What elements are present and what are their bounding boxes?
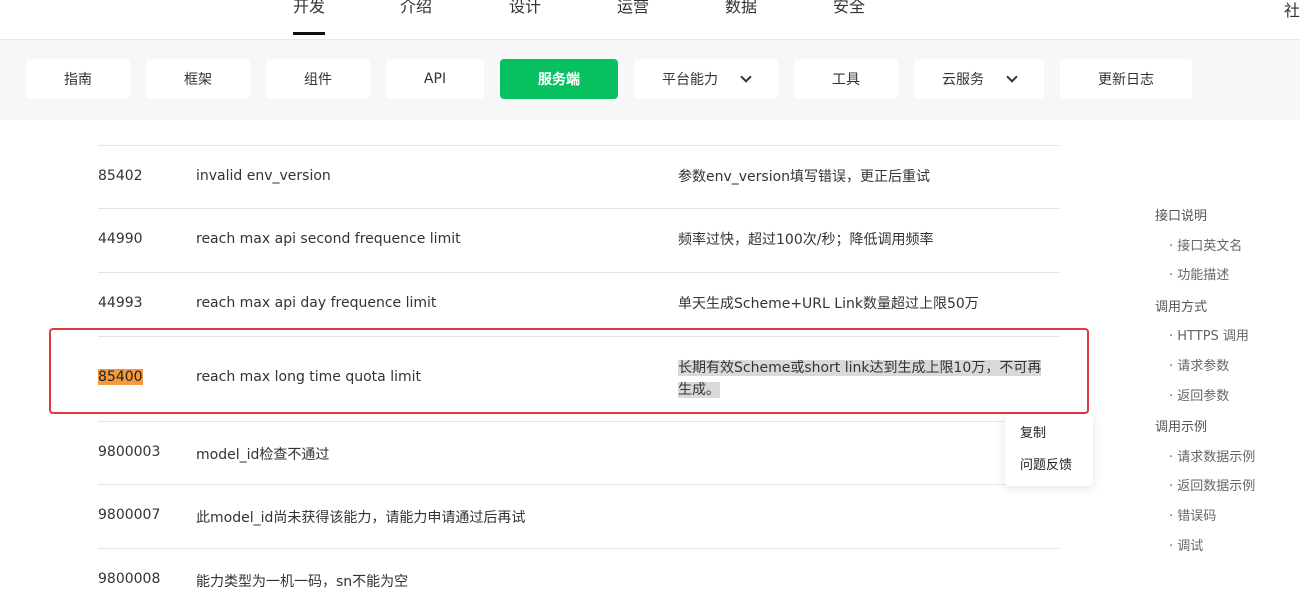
subnav-server[interactable]: 服务端 — [500, 59, 618, 99]
error-code: 44990 — [98, 231, 143, 247]
error-message: model_id检查不通过 — [196, 447, 330, 463]
subnav-tools-label: 工具 — [832, 72, 860, 88]
context-menu-copy[interactable]: 复制 — [1020, 422, 1046, 441]
subnav-changelog[interactable]: 更新日志 — [1060, 59, 1192, 99]
error-description: 频率过快，超过100次/秒；降低调用频率 — [678, 232, 934, 248]
context-menu: 复制 问题反馈 — [1005, 414, 1093, 486]
context-menu-feedback[interactable]: 问题反馈 — [1020, 454, 1072, 473]
toc-request-example[interactable]: · 请求数据示例 — [1169, 446, 1255, 465]
topnav-item-security[interactable]: 安全 — [833, 0, 865, 37]
subnav-components-label: 组件 — [304, 72, 332, 88]
topnav-item-design[interactable]: 设计 — [509, 0, 541, 37]
subnav-server-label: 服务端 — [538, 72, 580, 88]
table-row: 44993 reach max api day frequence limit … — [98, 272, 1059, 336]
error-description-selected: 长期有效Scheme或short link达到生成上限10万，不可再生成。 — [678, 357, 1053, 401]
toc-response-params[interactable]: · 返回参数 — [1169, 385, 1229, 404]
toc-request-params[interactable]: · 请求参数 — [1169, 355, 1229, 374]
toc-call-examples[interactable]: 调用示例 — [1155, 416, 1207, 435]
topnav-item-community[interactable]: 社 — [1284, 0, 1300, 21]
error-message: invalid env_version — [196, 168, 331, 184]
toc-label: 接口英文名 — [1177, 239, 1243, 254]
table-row: 9800008 能力类型为一机一码，sn不能为空 — [98, 548, 1059, 598]
selected-text: 长期有效Scheme或short link达到生成上限10万，不可再生成。 — [678, 360, 1042, 398]
toc-interface-description[interactable]: 接口说明 — [1155, 205, 1207, 224]
error-message: reach max api day frequence limit — [196, 295, 437, 311]
toc-label: HTTPS 调用 — [1177, 329, 1249, 344]
sub-navigation: 指南 框架 组件 API 服务端 平台能力 工具 云服务 更新日志 — [0, 40, 1300, 120]
topnav-item-operation[interactable]: 运营 — [617, 0, 649, 37]
subnav-cloud-service[interactable]: 云服务 — [914, 59, 1044, 99]
toc-label: 返回参数 — [1177, 389, 1230, 404]
toc-response-example[interactable]: · 返回数据示例 — [1169, 475, 1255, 494]
top-navigation: 开发 介绍 设计 运营 数据 安全 社 — [0, 0, 1300, 40]
toc-label: 请求数据示例 — [1177, 450, 1256, 465]
error-code: 9800007 — [98, 507, 161, 523]
subnav-components[interactable]: 组件 — [266, 59, 370, 99]
subnav-api[interactable]: API — [386, 59, 484, 99]
error-message: 此model_id尚未获得该能力，请能力申请通过后再试 — [196, 510, 526, 526]
subnav-api-label: API — [423, 71, 447, 87]
toc-label: 请求参数 — [1177, 359, 1230, 374]
subnav-cloud-label: 云服务 — [942, 72, 984, 88]
table-row-highlighted: 85400 reach max long time quota limit 长期… — [98, 336, 1059, 421]
toc-label: 返回数据示例 — [1177, 479, 1256, 494]
subnav-guide[interactable]: 指南 — [26, 59, 130, 99]
table-row: 44990 reach max api second frequence lim… — [98, 208, 1059, 272]
toc-label: 调试 — [1177, 539, 1204, 554]
toc-https-call[interactable]: · HTTPS 调用 — [1169, 325, 1249, 344]
error-code: 9800008 — [98, 571, 161, 587]
error-message: reach max long time quota limit — [196, 369, 421, 385]
subnav-framework[interactable]: 框架 — [146, 59, 250, 99]
error-message: 能力类型为一机一码，sn不能为空 — [196, 574, 409, 590]
toc-label: 错误码 — [1177, 509, 1217, 524]
chevron-down-icon — [1006, 71, 1018, 83]
toc-label: 功能描述 — [1177, 268, 1230, 283]
error-code: 44993 — [98, 295, 143, 311]
toc-english-name[interactable]: · 接口英文名 — [1169, 235, 1242, 254]
topnav-item-develop[interactable]: 开发 — [293, 0, 326, 37]
subnav-tools[interactable]: 工具 — [794, 59, 898, 99]
subnav-changelog-label: 更新日志 — [1098, 72, 1154, 88]
error-code: 85402 — [98, 168, 143, 184]
error-message: reach max api second frequence limit — [196, 231, 461, 247]
error-code-table: 85402 invalid env_version 参数env_version填… — [98, 145, 1059, 598]
toc-debug[interactable]: · 调试 — [1169, 535, 1203, 554]
error-description: 单天生成Scheme+URL Link数量超过上限50万 — [678, 296, 979, 312]
subnav-framework-label: 框架 — [184, 72, 212, 88]
toc-invocation-method[interactable]: 调用方式 — [1155, 296, 1207, 315]
toc-function-description[interactable]: · 功能描述 — [1169, 264, 1229, 283]
chevron-down-icon — [740, 71, 752, 83]
subnav-platform-capabilities[interactable]: 平台能力 — [634, 59, 778, 99]
table-row: 9800007 此model_id尚未获得该能力，请能力申请通过后再试 — [98, 484, 1059, 548]
topnav-item-data[interactable]: 数据 — [725, 0, 757, 37]
table-row: 9800003 model_id检查不通过 — [98, 421, 1059, 484]
error-code: 9800003 — [98, 444, 161, 460]
error-code-selected: 85400 — [98, 369, 143, 385]
topnav-item-intro[interactable]: 介绍 — [400, 0, 432, 37]
subnav-platform-label: 平台能力 — [662, 72, 718, 88]
table-row: 85402 invalid env_version 参数env_version填… — [98, 145, 1059, 208]
error-description: 参数env_version填写错误，更正后重试 — [678, 169, 931, 185]
subnav-guide-label: 指南 — [64, 72, 92, 88]
toc-error-codes[interactable]: · 错误码 — [1169, 505, 1216, 524]
